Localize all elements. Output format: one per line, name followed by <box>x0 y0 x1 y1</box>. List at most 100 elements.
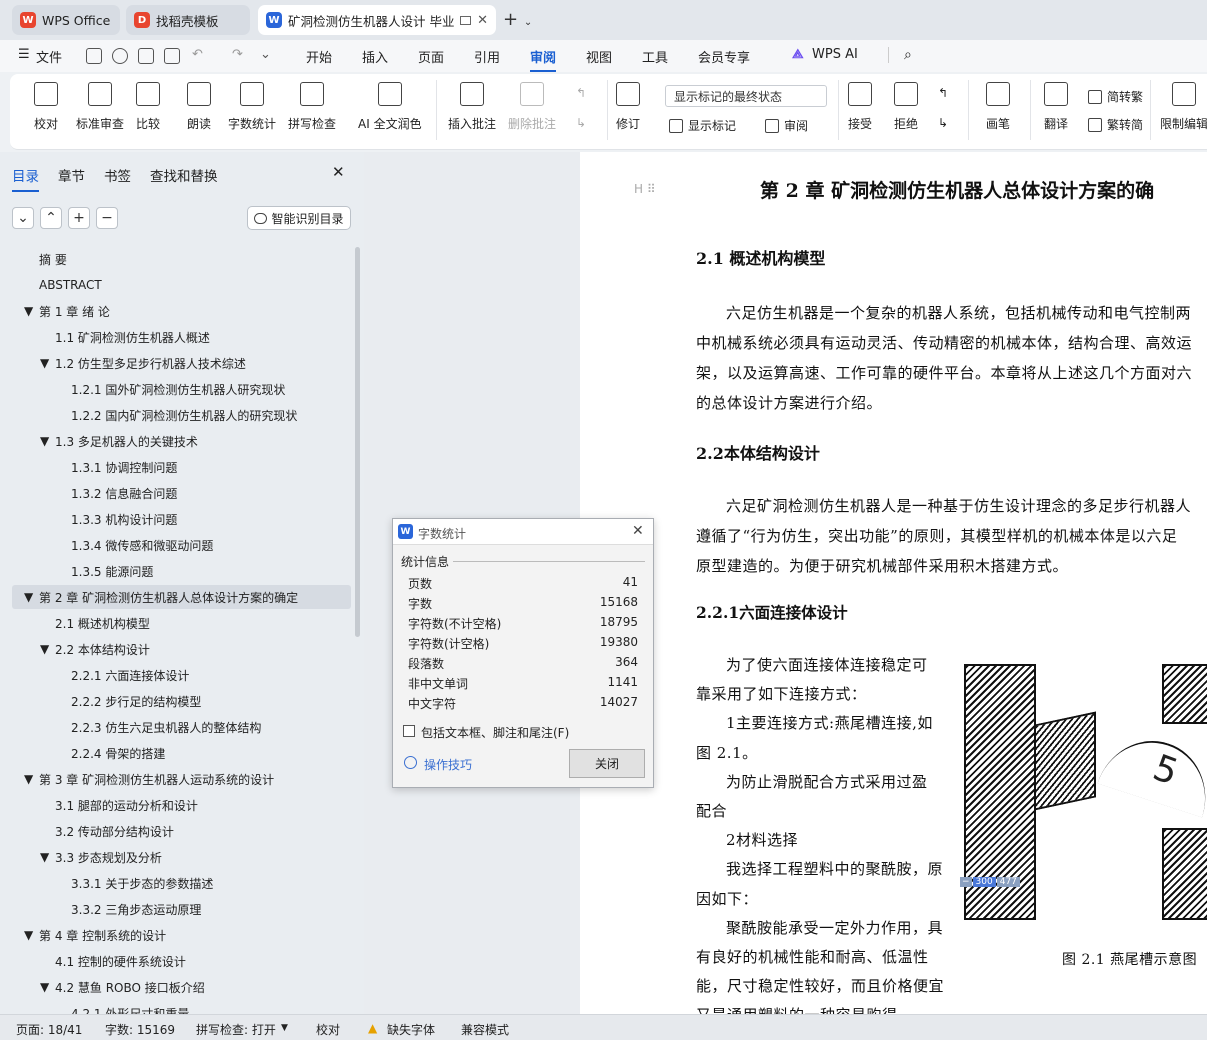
ai-polish-button[interactable]: AI 全文润色 <box>358 82 422 132</box>
chevron-down-icon[interactable]: ▼ <box>40 975 49 999</box>
toc-item[interactable]: ABSTRACT <box>39 273 102 297</box>
expand-button[interactable]: ⌃ <box>40 207 62 229</box>
print-preview-icon[interactable] <box>164 48 180 64</box>
toc-item[interactable]: 摘 要 <box>39 247 67 271</box>
tab-wps-office[interactable]: W WPS Office <box>12 5 120 35</box>
menu-member[interactable]: 会员专享 <box>698 47 750 66</box>
toc-item[interactable]: 1.3.1 协调控制问题 <box>71 455 177 479</box>
chevron-down-icon[interactable]: ▼ <box>40 351 49 375</box>
chevron-down-icon[interactable]: ▼ <box>40 429 49 453</box>
menu-tools[interactable]: 工具 <box>642 47 668 66</box>
track-changes-button[interactable]: 修订 <box>616 82 640 132</box>
review-pane-button[interactable]: 审阅 <box>765 117 808 134</box>
proofread-button[interactable]: 校对 <box>34 82 58 132</box>
word-count-button[interactable]: 字数统计 <box>228 82 276 132</box>
tab-document[interactable]: W 矿洞检测仿生机器人设计 毕业 ✕ <box>258 5 496 35</box>
toc-item[interactable]: 第 3 章 矿洞检测仿生机器人运动系统的设计 <box>39 767 274 791</box>
toc-item[interactable]: 1.2.2 国内矿洞检测仿生机器人的研究现状 <box>71 403 297 427</box>
remove-heading-button[interactable]: − <box>96 207 118 229</box>
spell-check-button[interactable]: 拼写检查 <box>288 82 336 132</box>
menu-review[interactable]: 审阅 <box>530 47 557 72</box>
toc-item[interactable]: 4.1 控制的硬件系统设计 <box>55 949 186 973</box>
toc-item[interactable]: 1.2.1 国外矿洞检测仿生机器人研究现状 <box>71 377 285 401</box>
tab-bookmarks[interactable]: 书签 <box>104 165 131 185</box>
document-page[interactable]: H ⠿ 第 2 章 矿洞检测仿生机器人总体设计方案的确 2.1 概述机构模型 六… <box>580 152 1207 1014</box>
toc-item[interactable]: 1.2 仿生型多足步行机器人技术综述 <box>55 351 246 375</box>
toc-item[interactable]: 3.1 腿部的运动分析和设计 <box>55 793 198 817</box>
trad-to-simp-button[interactable]: 繁转简 <box>1088 116 1143 133</box>
page-indicator[interactable]: 页面: 18/41 <box>16 1021 82 1038</box>
toc-item[interactable]: 1.3.2 信息融合问题 <box>71 481 177 505</box>
toc-item[interactable]: 1.3.3 机构设计问题 <box>71 507 177 531</box>
chevron-down-icon[interactable]: ▼ <box>24 299 33 323</box>
toc-item[interactable]: 3.2 传动部分结构设计 <box>55 819 174 843</box>
next-comment-icon[interactable]: ↳ <box>576 116 586 130</box>
new-tab-button[interactable]: + ⌄ <box>503 9 532 30</box>
show-markup-button[interactable]: 显示标记 <box>669 117 736 134</box>
include-textbox-checkbox[interactable] <box>403 725 415 737</box>
reject-button[interactable]: 拒绝 <box>894 82 918 132</box>
prev-comment-icon[interactable]: ↰ <box>576 86 586 100</box>
smart-toc-button[interactable]: 智能识别目录 <box>247 206 351 230</box>
toc-item[interactable]: 4.2 慧鱼 ROBO 接口板介绍 <box>55 975 205 999</box>
chevron-down-icon[interactable]: ▼ <box>24 767 33 791</box>
chevron-down-icon[interactable]: ▼ <box>40 637 49 661</box>
menu-insert[interactable]: 插入 <box>362 47 388 66</box>
tips-link[interactable]: 操作技巧 <box>424 756 472 773</box>
save-icon[interactable] <box>86 48 102 64</box>
prev-change-icon[interactable]: ↰ <box>938 86 948 100</box>
toc-item[interactable]: 第 2 章 矿洞检测仿生机器人总体设计方案的确定 <box>39 585 298 609</box>
toc-item[interactable]: 1.1 矿洞检测仿生机器人概述 <box>55 325 210 349</box>
delete-comment-button[interactable]: 删除批注 <box>508 82 556 132</box>
print-icon[interactable] <box>138 48 154 64</box>
toc-item[interactable]: 1.3 多足机器人的关键技术 <box>55 429 198 453</box>
close-icon[interactable]: ✕ <box>332 163 345 181</box>
menu-home[interactable]: 开始 <box>306 47 332 66</box>
toc-item[interactable]: 3.3.1 关于步态的参数描述 <box>71 871 213 895</box>
menu-file[interactable]: 文件 <box>36 47 62 66</box>
proofread-status[interactable]: 校对 <box>316 1021 340 1038</box>
mini-toolbar[interactable]: − 300 477 <box>960 877 1020 887</box>
toc-item[interactable]: 3.3.2 三角步态运动原理 <box>71 897 201 921</box>
dialog-title-bar[interactable]: W 字数统计 ✕ <box>393 519 653 545</box>
word-count-indicator[interactable]: 字数: 15169 <box>105 1021 175 1038</box>
collapse-button[interactable]: ⌄ <box>12 207 34 229</box>
toc-item[interactable]: 2.2.3 仿生六足虫机器人的整体结构 <box>71 715 261 739</box>
chevron-down-icon[interactable]: ▼ <box>281 1023 288 1033</box>
toc-item[interactable]: 第 1 章 绪 论 <box>39 299 110 323</box>
close-icon[interactable]: ✕ <box>477 13 488 28</box>
mini-value-b[interactable]: 477 <box>996 877 1020 887</box>
toc-item[interactable]: 1.3.5 能源问题 <box>71 559 153 583</box>
simp-to-trad-button[interactable]: 简转繁 <box>1088 88 1143 105</box>
toc-item[interactable]: 1.3.4 微传感和微驱动问题 <box>71 533 213 557</box>
pen-button[interactable]: 画笔 <box>986 82 1010 132</box>
toc-item[interactable]: 3.3 步态规划及分析 <box>55 845 162 869</box>
monitor-icon[interactable] <box>460 15 472 25</box>
undo-icon[interactable]: ↶ <box>192 47 203 62</box>
share-icon[interactable] <box>112 48 128 64</box>
spell-check-status[interactable]: 拼写检查: 打开 <box>196 1021 276 1038</box>
menu-view[interactable]: 视图 <box>586 47 612 66</box>
toc-item[interactable]: 2.2.2 步行足的结构模型 <box>71 689 201 713</box>
toc-item[interactable]: 2.1 概述机构模型 <box>55 611 150 635</box>
hamburger-icon[interactable]: ☰ <box>18 47 30 62</box>
chevron-down-icon[interactable]: ▼ <box>40 845 49 869</box>
missing-font-status[interactable]: 缺失字体 <box>387 1021 435 1038</box>
restrict-edit-button[interactable]: 限制编辑 <box>1160 82 1207 132</box>
chevron-down-icon[interactable]: ⌄ <box>524 17 532 28</box>
heading-handle-icon[interactable]: H ⠿ <box>634 182 656 196</box>
search-icon[interactable]: ⌕ <box>904 47 912 63</box>
close-icon[interactable]: ✕ <box>632 523 644 539</box>
read-aloud-button[interactable]: 朗读 <box>187 82 211 132</box>
insert-comment-button[interactable]: 插入批注 <box>448 82 496 132</box>
tab-docer[interactable]: D 找稻壳模板 <box>126 5 250 35</box>
close-button[interactable]: 关闭 <box>569 749 645 778</box>
menu-wps-ai[interactable]: WPS AI <box>812 47 858 62</box>
toc-item[interactable]: 2.2 本体结构设计 <box>55 637 150 661</box>
accept-button[interactable]: 接受 <box>848 82 872 132</box>
chevron-down-icon[interactable]: ▼ <box>24 585 33 609</box>
add-heading-button[interactable]: + <box>68 207 90 229</box>
next-change-icon[interactable]: ↳ <box>938 116 948 130</box>
scrollbar[interactable] <box>355 247 360 637</box>
menu-page[interactable]: 页面 <box>418 47 444 66</box>
